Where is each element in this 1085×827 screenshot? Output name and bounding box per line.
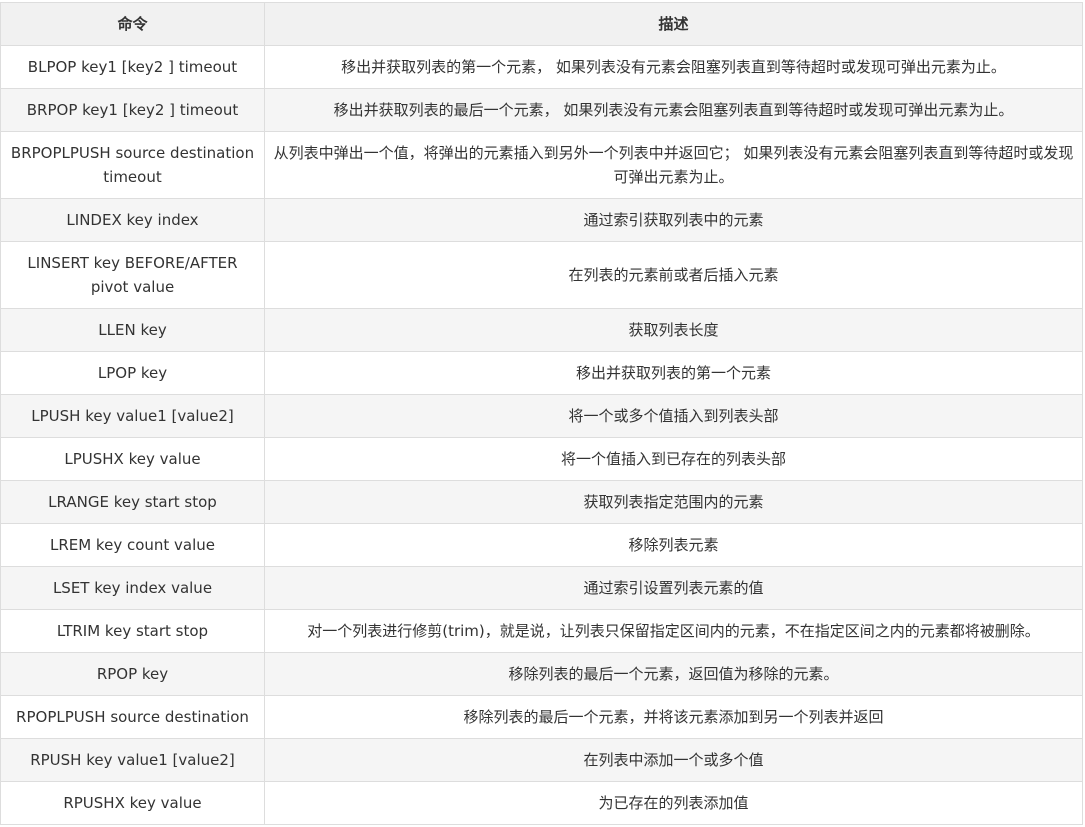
command-cell: RPOPLPUSH source destination <box>0 695 265 739</box>
command-cell: LINDEX key index <box>0 198 265 242</box>
description-cell: 将一个或多个值插入到列表头部 <box>264 394 1083 438</box>
table-row: LINSERT key BEFORE/AFTER pivot value 在列表… <box>0 241 1083 309</box>
description-cell: 为已存在的列表添加值 <box>264 781 1083 825</box>
description-cell: 在列表中添加一个或多个值 <box>264 738 1083 782</box>
column-header-command: 命令 <box>0 2 265 46</box>
description-cell: 通过索引获取列表中的元素 <box>264 198 1083 242</box>
table-row: RPUSHX key value 为已存在的列表添加值 <box>0 781 1083 825</box>
command-cell: LPUSH key value1 [value2] <box>0 394 265 438</box>
command-cell: BRPOP key1 [key2 ] timeout <box>0 88 265 132</box>
description-cell: 移除列表的最后一个元素，返回值为移除的元素。 <box>264 652 1083 696</box>
command-cell: LTRIM key start stop <box>0 609 265 653</box>
command-cell: LPUSHX key value <box>0 437 265 481</box>
table-row: RPOP key 移除列表的最后一个元素，返回值为移除的元素。 <box>0 652 1083 696</box>
command-cell: LPOP key <box>0 351 265 395</box>
table-header-row: 命令 描述 <box>0 2 1083 46</box>
command-cell: RPUSHX key value <box>0 781 265 825</box>
table-row: LSET key index value 通过索引设置列表元素的值 <box>0 566 1083 610</box>
command-cell: LINSERT key BEFORE/AFTER pivot value <box>0 241 265 309</box>
table-row: BLPOP key1 [key2 ] timeout 移出并获取列表的第一个元素… <box>0 45 1083 89</box>
command-cell: LSET key index value <box>0 566 265 610</box>
description-cell: 获取列表长度 <box>264 308 1083 352</box>
table-row: LRANGE key start stop 获取列表指定范围内的元素 <box>0 480 1083 524</box>
command-cell: LREM key count value <box>0 523 265 567</box>
redis-list-commands-table: 命令 描述 BLPOP key1 [key2 ] timeout 移出并获取列表… <box>0 2 1083 825</box>
description-cell: 在列表的元素前或者后插入元素 <box>264 241 1083 309</box>
description-cell: 移出并获取列表的最后一个元素， 如果列表没有元素会阻塞列表直到等待超时或发现可弹… <box>264 88 1083 132</box>
table-row: LPUSHX key value 将一个值插入到已存在的列表头部 <box>0 437 1083 481</box>
command-cell: LLEN key <box>0 308 265 352</box>
description-cell: 移除列表元素 <box>264 523 1083 567</box>
description-cell: 将一个值插入到已存在的列表头部 <box>264 437 1083 481</box>
description-cell: 获取列表指定范围内的元素 <box>264 480 1083 524</box>
redis-list-commands-table-wrapper: 命令 描述 BLPOP key1 [key2 ] timeout 移出并获取列表… <box>0 2 1083 825</box>
table-row: BRPOP key1 [key2 ] timeout 移出并获取列表的最后一个元… <box>0 88 1083 132</box>
command-cell: BRPOPLPUSH source destination timeout <box>0 131 265 199</box>
table-row: LTRIM key start stop 对一个列表进行修剪(trim)，就是说… <box>0 609 1083 653</box>
description-cell: 对一个列表进行修剪(trim)，就是说，让列表只保留指定区间内的元素，不在指定区… <box>264 609 1083 653</box>
description-cell: 通过索引设置列表元素的值 <box>264 566 1083 610</box>
command-cell: BLPOP key1 [key2 ] timeout <box>0 45 265 89</box>
command-cell: LRANGE key start stop <box>0 480 265 524</box>
table-row: RPOPLPUSH source destination 移除列表的最后一个元素… <box>0 695 1083 739</box>
command-cell: RPOP key <box>0 652 265 696</box>
table-row: LPUSH key value1 [value2] 将一个或多个值插入到列表头部 <box>0 394 1083 438</box>
description-cell: 移除列表的最后一个元素，并将该元素添加到另一个列表并返回 <box>264 695 1083 739</box>
table-row: LLEN key 获取列表长度 <box>0 308 1083 352</box>
description-cell: 移出并获取列表的第一个元素 <box>264 351 1083 395</box>
command-cell: RPUSH key value1 [value2] <box>0 738 265 782</box>
description-cell: 移出并获取列表的第一个元素， 如果列表没有元素会阻塞列表直到等待超时或发现可弹出… <box>264 45 1083 89</box>
description-cell: 从列表中弹出一个值，将弹出的元素插入到另外一个列表中并返回它； 如果列表没有元素… <box>264 131 1083 199</box>
column-header-description: 描述 <box>264 2 1083 46</box>
table-row: RPUSH key value1 [value2] 在列表中添加一个或多个值 <box>0 738 1083 782</box>
table-row: LREM key count value 移除列表元素 <box>0 523 1083 567</box>
table-row: BRPOPLPUSH source destination timeout 从列… <box>0 131 1083 199</box>
table-row: LINDEX key index 通过索引获取列表中的元素 <box>0 198 1083 242</box>
table-row: LPOP key 移出并获取列表的第一个元素 <box>0 351 1083 395</box>
